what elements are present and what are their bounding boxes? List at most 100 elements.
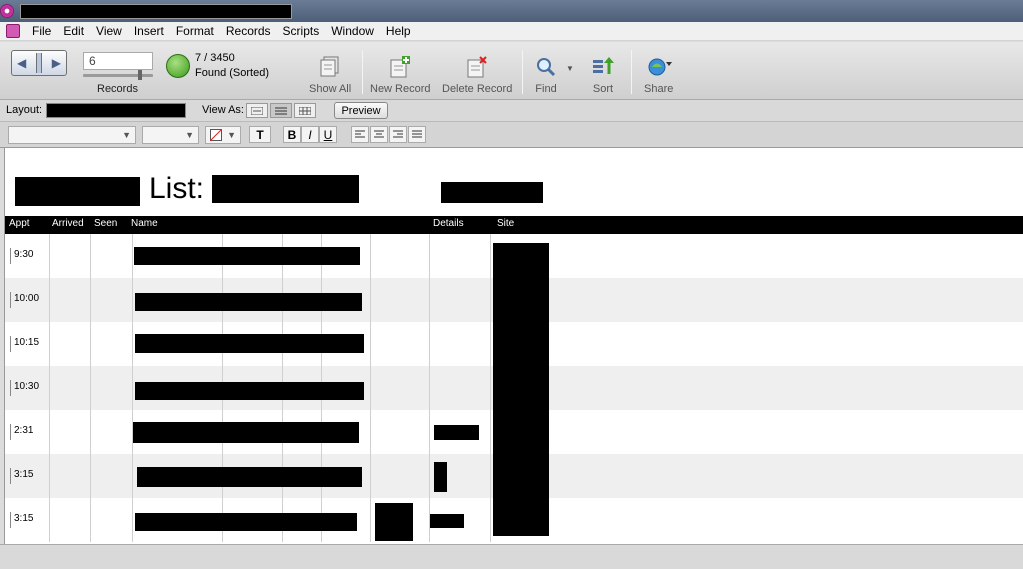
delete-record-button[interactable]: Delete Record [442, 54, 512, 95]
redacted-details-cell [430, 514, 464, 528]
table-view-icon [299, 106, 311, 115]
view-as-form-button[interactable] [246, 103, 268, 118]
found-count: 7 / 3450 [195, 52, 235, 64]
list-title: List: [149, 172, 205, 205]
menu-edit[interactable]: Edit [57, 22, 90, 41]
menu-insert[interactable]: Insert [128, 22, 170, 41]
found-status: Found (Sorted) [195, 67, 269, 79]
column-divider [490, 234, 491, 542]
italic-button[interactable]: I [301, 126, 319, 143]
new-record-label: New Record [370, 83, 431, 95]
menu-scripts[interactable]: Scripts [277, 22, 326, 41]
column-divider [49, 234, 50, 542]
chevron-down-icon: ▼ [185, 130, 194, 140]
record-navigator-book[interactable]: ◀ ▶ [11, 50, 67, 76]
view-as-list-button[interactable] [270, 103, 292, 118]
bold-button[interactable]: B [283, 126, 301, 143]
toolbar-separator [362, 50, 363, 94]
find-label: Find [535, 83, 557, 95]
justify-button[interactable] [408, 126, 426, 143]
delete-record-label: Delete Record [442, 83, 513, 95]
find-button[interactable]: Find [533, 54, 559, 95]
column-divider [370, 234, 371, 542]
layout-label: Layout: [6, 104, 43, 116]
current-record-input[interactable] [83, 52, 153, 70]
sort-button[interactable]: Sort [590, 54, 616, 95]
column-header-site[interactable]: Site [497, 218, 514, 229]
record-slider-thumb[interactable] [138, 70, 142, 80]
share-button[interactable]: Share [644, 54, 673, 95]
column-header-seen[interactable]: Seen [94, 218, 117, 229]
menu-records[interactable]: Records [220, 22, 277, 41]
menu-format[interactable]: Format [170, 22, 220, 41]
menu-bar: File Edit View Insert Format Records Scr… [0, 22, 1023, 41]
show-all-icon [317, 54, 343, 80]
text-color-select[interactable]: ▼ [205, 126, 241, 144]
column-divider [429, 234, 430, 542]
align-right-button[interactable] [389, 126, 407, 143]
align-right-icon [393, 130, 403, 138]
magnifier-icon [533, 54, 559, 80]
layout-bar: Layout: View As: Preview [0, 100, 1023, 122]
font-select[interactable]: ▼ [8, 126, 136, 144]
column-divider [132, 234, 133, 542]
appt-time: 10:00 [10, 292, 39, 308]
filemaker-app-icon[interactable] [0, 4, 14, 18]
font-size-select[interactable]: ▼ [142, 126, 199, 144]
chevron-down-icon: ▼ [227, 130, 236, 140]
column-header-row: Appt Arrived Seen Name Details Site [5, 216, 1023, 234]
text-tool-button[interactable]: T [249, 126, 271, 143]
toolbar-separator [522, 50, 523, 94]
title-bar [0, 0, 1023, 22]
formatting-bar: ▼ ▼ ▼ T B I U [0, 122, 1023, 148]
sort-icon [590, 54, 616, 80]
align-left-button[interactable] [351, 126, 369, 143]
align-center-icon [374, 130, 384, 138]
redacted-name-cell [135, 334, 364, 353]
view-as-label: View As: [202, 104, 244, 116]
menu-view[interactable]: View [90, 22, 128, 41]
appt-time: 3:15 [10, 468, 33, 484]
share-label: Share [644, 83, 674, 95]
redacted-details-cell [434, 462, 447, 492]
show-all-label: Show All [309, 83, 352, 95]
redacted-name-cell [135, 293, 362, 311]
color-swatch-icon [210, 129, 222, 141]
justify-icon [412, 130, 422, 138]
window-status-bar [0, 544, 1023, 569]
share-globe-icon [646, 54, 672, 80]
menu-help[interactable]: Help [380, 22, 417, 41]
redacted-layout-select[interactable] [46, 103, 186, 118]
align-center-button[interactable] [370, 126, 388, 143]
redacted-name-cell [135, 513, 357, 531]
redacted-header-prefix [15, 177, 140, 206]
book-spine-icon [36, 53, 42, 73]
align-left-icon [355, 130, 365, 138]
redacted-site-column [493, 243, 549, 536]
next-record-icon[interactable]: ▶ [52, 57, 61, 69]
redacted-name-cell [135, 382, 364, 400]
column-header-name[interactable]: Name [131, 218, 158, 229]
list-view-icon [275, 107, 287, 114]
menu-file[interactable]: File [26, 22, 57, 41]
preview-button[interactable]: Preview [334, 102, 388, 119]
appt-time: 10:15 [10, 336, 39, 352]
view-as-table-button[interactable] [294, 103, 316, 118]
record-slider-track[interactable] [83, 74, 153, 77]
redacted-details-cell [434, 425, 479, 440]
column-header-arrived[interactable]: Arrived [52, 218, 84, 229]
menu-window[interactable]: Window [325, 22, 380, 41]
new-record-icon [387, 54, 413, 80]
underline-button[interactable]: U [319, 126, 337, 143]
column-header-details[interactable]: Details [433, 218, 464, 229]
list-layout-content: List: Appt Arrived Seen Name Details Sit… [4, 148, 1023, 544]
document-icon[interactable] [6, 24, 20, 38]
find-menu-chevron-down-icon[interactable]: ▼ [566, 64, 574, 73]
column-header-appt[interactable]: Appt [9, 218, 30, 229]
show-all-button[interactable]: Show All [309, 54, 351, 95]
new-record-button[interactable]: New Record [370, 54, 431, 95]
redacted-header-name [212, 175, 359, 203]
previous-record-icon[interactable]: ◀ [17, 57, 26, 69]
form-view-icon [251, 106, 263, 115]
status-toolbar: ◀ ▶ Records 7 / 3450 Found (Sorted) Show… [0, 42, 1023, 100]
